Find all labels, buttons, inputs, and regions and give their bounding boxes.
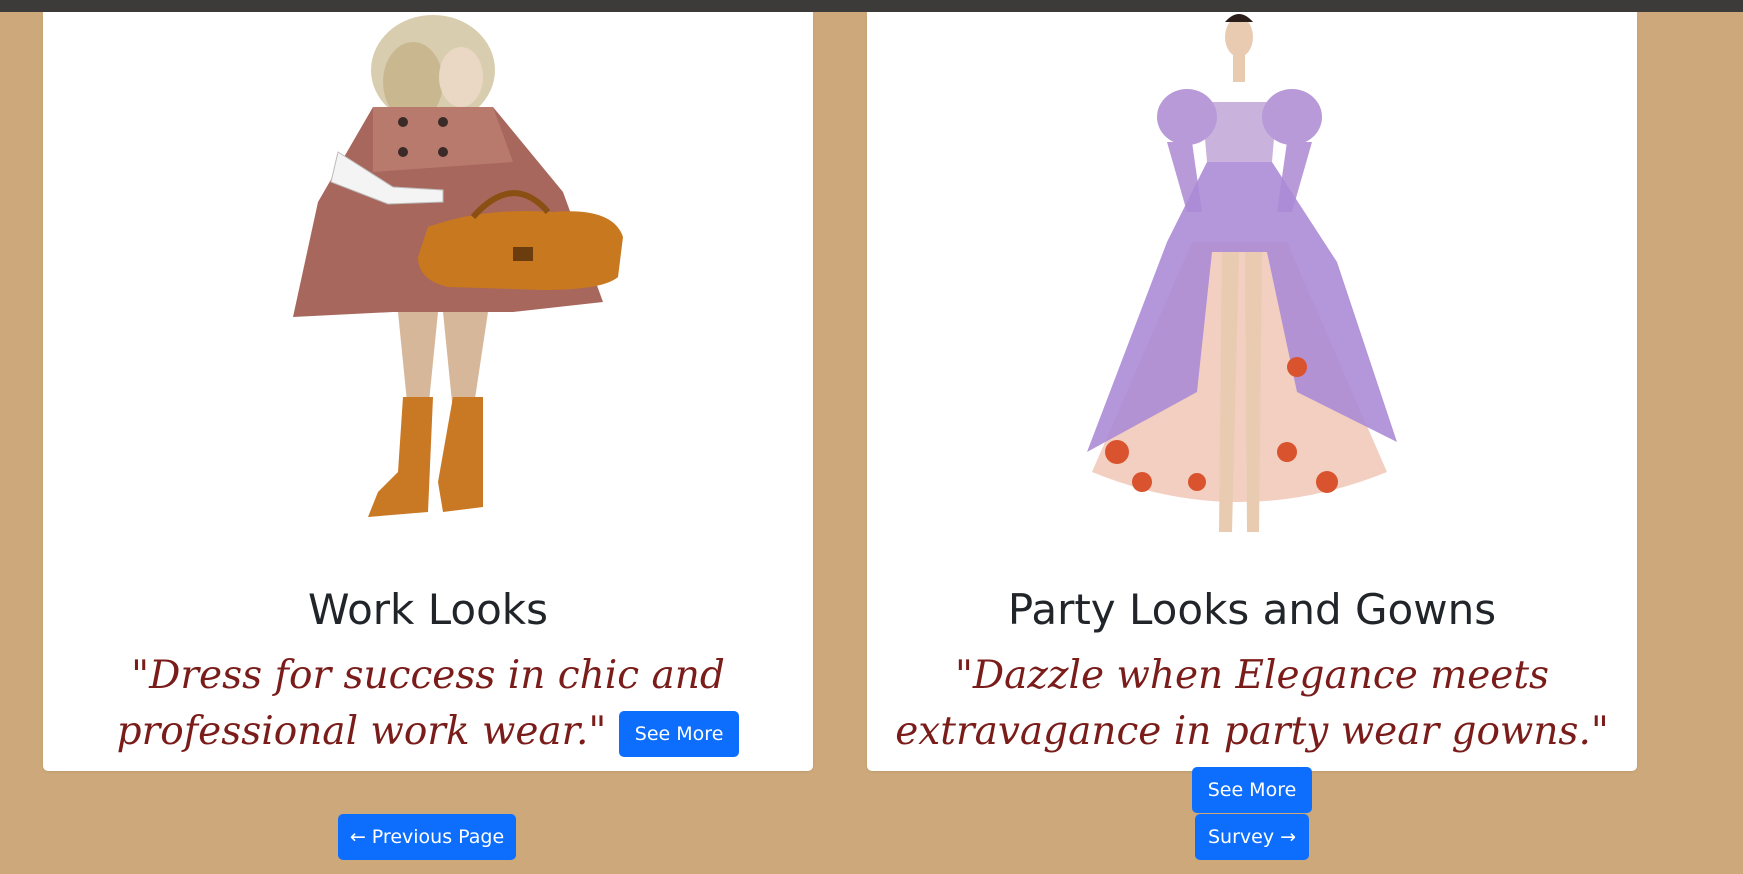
see-more-button[interactable]: See More xyxy=(618,711,740,757)
card-title: Work Looks xyxy=(308,585,548,634)
see-more-button[interactable]: See More xyxy=(1191,767,1313,813)
survey-button[interactable]: Survey → xyxy=(1195,814,1309,860)
quote-text: "Dazzle when Elegance meets extravagance… xyxy=(895,653,1609,754)
party-looks-card: Party Looks and Gowns "Dazzle when Elega… xyxy=(867,12,1637,813)
card-title: Party Looks and Gowns xyxy=(1007,585,1497,634)
previous-page-button[interactable]: ← Previous Page xyxy=(338,814,516,860)
card-quote: "Dazzle when Elegance meets extravagance… xyxy=(887,648,1617,816)
work-looks-illustration xyxy=(293,15,623,517)
work-looks-card: Work Looks "Dress for success in chic an… xyxy=(43,12,813,771)
party-gown-illustration xyxy=(1087,14,1397,532)
browser-top-bar xyxy=(0,0,1743,12)
card-quote: "Dress for success in chic and professio… xyxy=(63,648,793,760)
